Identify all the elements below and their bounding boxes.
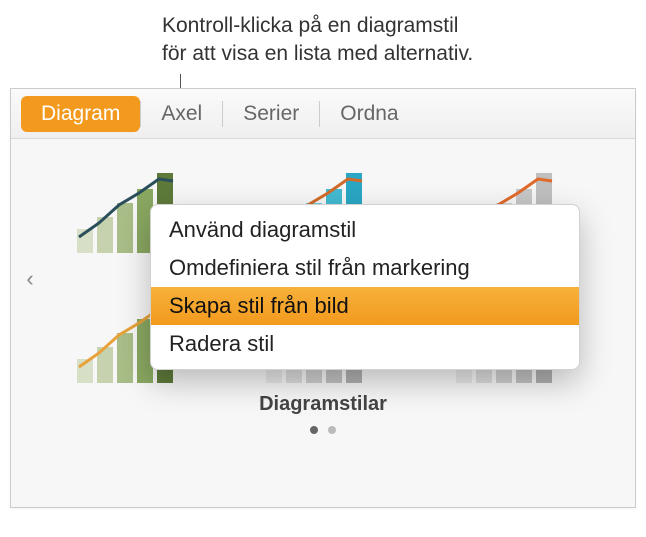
tab-serier[interactable]: Serier [223, 96, 319, 132]
chevron-left-icon: ‹ [26, 266, 33, 292]
callout-text: Kontroll-klicka på en diagramstil för at… [162, 12, 473, 69]
tab-axel[interactable]: Axel [141, 96, 222, 132]
callout-line1: Kontroll-klicka på en diagramstil [162, 12, 473, 40]
menu-create-style[interactable]: Skapa stil från bild [151, 287, 579, 325]
page-dots [19, 426, 627, 434]
menu-delete-style[interactable]: Radera stil [151, 325, 579, 363]
tab-diagram[interactable]: Diagram [21, 96, 140, 132]
page-dot-2[interactable] [328, 426, 336, 434]
page-dot-1[interactable] [310, 426, 318, 434]
menu-redefine-style[interactable]: Omdefiniera stil från markering [151, 249, 579, 287]
tab-ordna[interactable]: Ordna [320, 96, 418, 132]
tab-bar: Diagram Axel Serier Ordna [11, 89, 635, 139]
menu-apply-style[interactable]: Använd diagramstil [151, 211, 579, 249]
callout-line2: för att visa en lista med alternativ. [162, 40, 473, 68]
prev-styles-button[interactable]: ‹ [19, 259, 41, 299]
section-label: Diagramstilar [19, 393, 627, 416]
context-menu: Använd diagramstil Omdefiniera stil från… [150, 204, 580, 370]
